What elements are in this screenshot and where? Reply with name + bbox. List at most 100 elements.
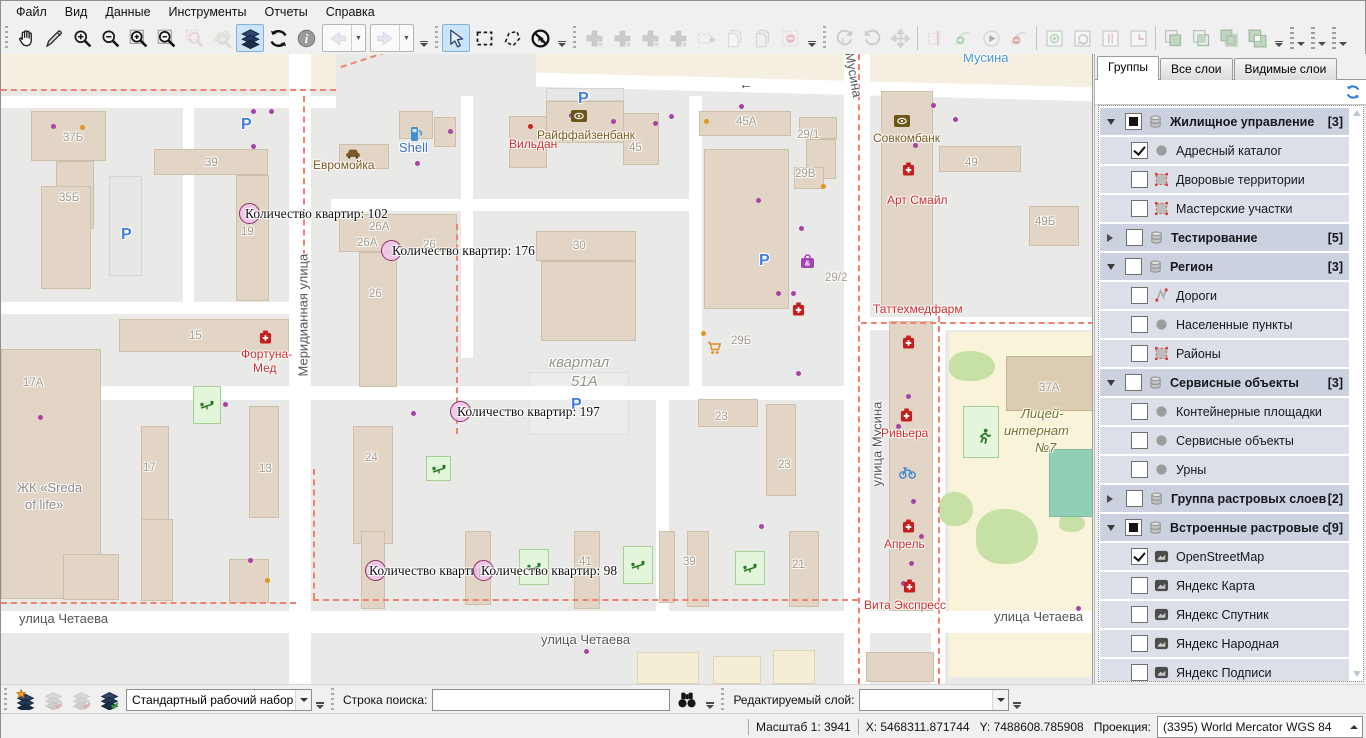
- scroll-down-icon[interactable]: [1353, 671, 1361, 677]
- layer-row-7[interactable]: Дороги: [1100, 282, 1349, 309]
- nav-back-dropdown-arrow[interactable]: ▼: [351, 25, 365, 51]
- layer-checkbox[interactable]: [1131, 432, 1148, 449]
- add-arc-button[interactable]: [949, 24, 977, 52]
- layer-checkbox[interactable]: [1131, 606, 1148, 623]
- layer-row-13[interactable]: Урны: [1100, 456, 1349, 483]
- layer-checkbox[interactable]: [1131, 635, 1148, 652]
- select-rectangle-button[interactable]: [470, 24, 498, 52]
- layers-visibility-button[interactable]: [236, 24, 264, 52]
- nav-back-button[interactable]: [323, 24, 351, 52]
- layer-row-9[interactable]: Районы: [1100, 340, 1349, 367]
- menu-2[interactable]: Вид: [56, 3, 97, 21]
- layer-checkbox[interactable]: [1131, 200, 1148, 217]
- add-rectangle-button[interactable]: [692, 24, 720, 52]
- layer-checkbox[interactable]: [1131, 171, 1148, 188]
- select-cursor-button[interactable]: [442, 24, 470, 52]
- layer-row-12[interactable]: Сервисные объекты: [1100, 427, 1349, 454]
- object-info-button[interactable]: i: [292, 24, 320, 52]
- remove-arc-button[interactable]: [1005, 24, 1033, 52]
- zoom-window-in-button[interactable]: [124, 24, 152, 52]
- delete-object-button[interactable]: [776, 24, 804, 52]
- layer-row-18[interactable]: Яндекс Спутник: [1100, 601, 1349, 628]
- layer-row-1[interactable]: Жилищное управление[3]: [1100, 108, 1349, 135]
- rotate-object-button[interactable]: [858, 24, 886, 52]
- add-object-node-button[interactable]: [608, 24, 636, 52]
- layer-checkbox[interactable]: [1131, 316, 1148, 333]
- scroll-up-icon[interactable]: [1353, 110, 1361, 116]
- layer-checkbox[interactable]: [1131, 142, 1148, 159]
- geometry-difference-button[interactable]: [1215, 24, 1243, 52]
- layer-row-20[interactable]: Яндекс Подписи: [1100, 659, 1349, 682]
- workset-check-button[interactable]: [67, 686, 95, 714]
- workset-new-button[interactable]: [11, 686, 39, 714]
- collapsed-toolbar-2[interactable]: [1311, 24, 1326, 52]
- layer-checkbox[interactable]: [1125, 374, 1142, 391]
- geometry-symmetric-button[interactable]: [1243, 24, 1271, 52]
- menu-1[interactable]: Файл: [7, 3, 56, 21]
- menu-5[interactable]: Отчеты: [255, 3, 316, 21]
- paste-object-button[interactable]: [748, 24, 776, 52]
- layer-checkbox[interactable]: [1125, 113, 1142, 130]
- map-canvas[interactable]: PPPPP&←улица Четаеваулица Четаеваулица Ч…: [1, 54, 1093, 684]
- layer-row-5[interactable]: Тестирование[5]: [1100, 224, 1349, 251]
- frame-split-button[interactable]: [1096, 24, 1124, 52]
- zoom-out-button[interactable]: [96, 24, 124, 52]
- layer-row-2[interactable]: Адресный каталог: [1100, 137, 1349, 164]
- toolbar-overflow[interactable]: [418, 24, 430, 52]
- layer-row-8[interactable]: Населенные пункты: [1100, 311, 1349, 338]
- frame-corner-button[interactable]: [1124, 24, 1152, 52]
- tab-1[interactable]: Группы: [1097, 56, 1159, 80]
- menu-4[interactable]: Инструменты: [160, 3, 256, 21]
- layer-row-16[interactable]: OpenStreetMap: [1100, 543, 1349, 570]
- layer-checkbox[interactable]: [1131, 461, 1148, 478]
- clear-selection-button[interactable]: [526, 24, 554, 52]
- workset-combo-arrow-icon[interactable]: [295, 690, 311, 710]
- layer-checkbox[interactable]: [1131, 548, 1148, 565]
- layer-row-14[interactable]: Группа растровых слоев[2]: [1100, 485, 1349, 512]
- collapsed-toolbar-3[interactable]: [1332, 24, 1347, 52]
- workset-overflow[interactable]: [314, 686, 326, 714]
- pan-tool-button[interactable]: [12, 24, 40, 52]
- layer-checkbox[interactable]: [1126, 490, 1143, 507]
- layer-checkbox[interactable]: [1125, 519, 1142, 536]
- layer-row-10[interactable]: Сервисные объекты[3]: [1100, 369, 1349, 396]
- expander-open-icon[interactable]: [1107, 264, 1115, 270]
- tree-scrollbar[interactable]: [1352, 107, 1363, 680]
- collapsed-toolbar-1[interactable]: [1290, 24, 1305, 52]
- layer-checkbox[interactable]: [1131, 345, 1148, 362]
- layer-row-3[interactable]: Дворовые территории: [1100, 166, 1349, 193]
- reverse-direction-button[interactable]: [977, 24, 1005, 52]
- measure-tool-button[interactable]: [40, 24, 68, 52]
- select-polygon-button[interactable]: [498, 24, 526, 52]
- layer-checkbox[interactable]: [1131, 577, 1148, 594]
- geometry-union-button[interactable]: [1159, 24, 1187, 52]
- edit-layer-combobox[interactable]: [859, 689, 1009, 711]
- expander-open-icon[interactable]: [1107, 119, 1115, 125]
- menu-6[interactable]: Справка: [317, 3, 384, 21]
- zoom-in-button[interactable]: [68, 24, 96, 52]
- edit-layer-combo-arrow-icon[interactable]: [992, 690, 1008, 710]
- toolbar-overflow[interactable]: [806, 24, 818, 52]
- zoom-window-out-button[interactable]: [152, 24, 180, 52]
- workset-save-button[interactable]: [95, 686, 123, 714]
- tab-3[interactable]: Видимые слои: [1234, 58, 1338, 80]
- add-object-button[interactable]: [580, 24, 608, 52]
- search-input[interactable]: [432, 689, 670, 711]
- add-object-xy-button[interactable]: [664, 24, 692, 52]
- search-binoculars-button[interactable]: [672, 688, 702, 712]
- projection-combobox[interactable]: (3395) World Mercator WGS 84: [1157, 716, 1363, 738]
- move-object-button[interactable]: [886, 24, 914, 52]
- frame-add-button[interactable]: [1040, 24, 1068, 52]
- layer-checkbox[interactable]: [1131, 403, 1148, 420]
- expander-closed-icon[interactable]: [1107, 234, 1113, 242]
- search-overflow[interactable]: [704, 686, 716, 714]
- layer-checkbox[interactable]: [1126, 229, 1143, 246]
- layer-checkbox[interactable]: [1131, 287, 1148, 304]
- refresh-layers-icon[interactable]: [1345, 84, 1361, 100]
- add-object-curve-button[interactable]: [636, 24, 664, 52]
- layer-row-11[interactable]: Контейнерные площадки: [1100, 398, 1349, 425]
- nav-forward-button[interactable]: [371, 24, 399, 52]
- frame-rotate-button[interactable]: [1068, 24, 1096, 52]
- expander-open-icon[interactable]: [1107, 525, 1115, 531]
- workset-combobox[interactable]: Стандартный рабочий набор: [126, 689, 312, 711]
